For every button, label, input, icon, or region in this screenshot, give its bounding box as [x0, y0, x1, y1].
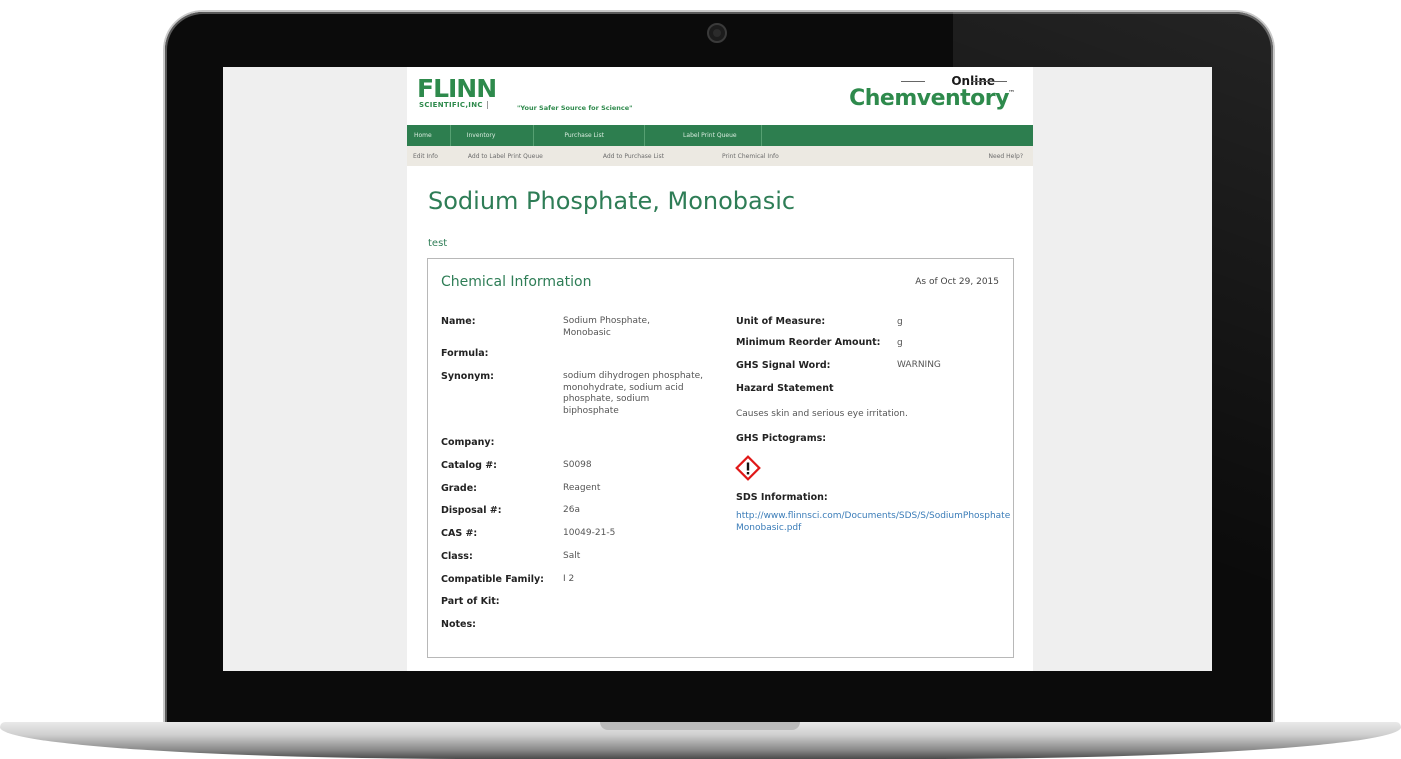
ghs-signal-word-value: WARNING — [897, 360, 941, 370]
ghs-pictograms-label: GHS Pictograms: — [736, 433, 827, 444]
print-chemical-info-link[interactable]: Print Chemical Info — [722, 153, 779, 160]
class-label: Class: — [441, 551, 473, 562]
nav-home[interactable]: Home — [407, 132, 450, 139]
minimum-reorder-value: g — [897, 338, 903, 348]
minimum-reorder-label: Minimum Reorder Amount: — [736, 337, 881, 348]
compatible-family-label: Compatible Family: — [441, 574, 544, 585]
sds-information-label: SDS Information: — [736, 492, 828, 503]
action-nav: Edit Info Add to Label Print Queue Add t… — [407, 146, 1033, 166]
name-value: Sodium Phosphate, Monobasic — [563, 316, 650, 338]
need-help-link[interactable]: Need Help? — [989, 153, 1023, 160]
logo-rule-right — [971, 81, 1007, 82]
site-header: FLINN SCIENTIFIC,INC "Your Safer Source … — [407, 67, 1033, 125]
catalog-value: S0098 — [563, 460, 592, 470]
flinn-tagline: "Your Safer Source for Science" — [517, 104, 633, 112]
class-value: Salt — [563, 551, 581, 561]
logo-rule-left — [901, 81, 925, 82]
flinn-logo-subtitle: SCIENTIFIC,INC — [419, 101, 488, 109]
panel-title: Chemical Information — [441, 274, 592, 290]
cas-value: 10049-21-5 — [563, 528, 616, 538]
cas-label: CAS #: — [441, 528, 478, 539]
unit-of-measure-label: Unit of Measure: — [736, 316, 826, 327]
notes-label: Notes: — [441, 619, 476, 630]
sds-document-link[interactable]: http://www.flinnsci.com/Documents/SDS/S/… — [736, 510, 1011, 534]
part-of-kit-label: Part of Kit: — [441, 596, 500, 607]
grade-label: Grade: — [441, 483, 477, 494]
add-to-purchase-list-link[interactable]: Add to Purchase List — [603, 153, 664, 160]
webcam-icon — [707, 23, 727, 43]
disposal-value: 26a — [563, 505, 580, 515]
synonym-value: sodium dihydrogen phosphate, monohydrate… — [563, 371, 703, 416]
compatible-family-value: I 2 — [563, 574, 575, 584]
nav-label-print-queue[interactable]: Label Print Queue — [645, 132, 761, 139]
as-of-date: As of Oct 29, 2015 — [915, 277, 999, 287]
chemventory-page: FLINN SCIENTIFIC,INC "Your Safer Source … — [407, 67, 1033, 671]
exclamation-mark-icon[interactable] — [735, 455, 761, 481]
chemical-information-panel: Chemical Information As of Oct 29, 2015 … — [427, 258, 1014, 658]
formula-label: Formula: — [441, 348, 489, 359]
hazard-statement-value: Causes skin and serious eye irritation. — [736, 409, 908, 419]
laptop-screen: FLINN SCIENTIFIC,INC "Your Safer Source … — [223, 67, 1212, 671]
page-title: Sodium Phosphate, Monobasic — [428, 187, 796, 215]
chemventory-logo[interactable]: Chemventory — [849, 86, 1009, 111]
hazard-statement-label: Hazard Statement — [736, 383, 834, 394]
synonym-label: Synonym: — [441, 371, 494, 382]
chemical-subtitle: test — [428, 238, 448, 249]
grade-value: Reagent — [563, 483, 601, 493]
nav-inventory[interactable]: Inventory — [451, 132, 534, 139]
trademark-mark: ™ — [1008, 89, 1015, 97]
ghs-signal-word-label: GHS Signal Word: — [736, 360, 831, 371]
main-nav: Home Inventory Purchase List Label Print… — [407, 125, 1033, 146]
name-label: Name: — [441, 316, 476, 327]
add-to-label-print-queue-link[interactable]: Add to Label Print Queue — [468, 153, 543, 160]
company-label: Company: — [441, 437, 495, 448]
nav-separator — [760, 125, 762, 146]
nav-purchase-list[interactable]: Purchase List — [534, 132, 644, 139]
disposal-label: Disposal #: — [441, 505, 502, 516]
edit-info-link[interactable]: Edit Info — [413, 153, 438, 160]
laptop-base-notch — [600, 722, 800, 730]
unit-of-measure-value: g — [897, 317, 903, 327]
flinn-logo[interactable]: FLINN — [417, 76, 497, 101]
catalog-label: Catalog #: — [441, 460, 497, 471]
